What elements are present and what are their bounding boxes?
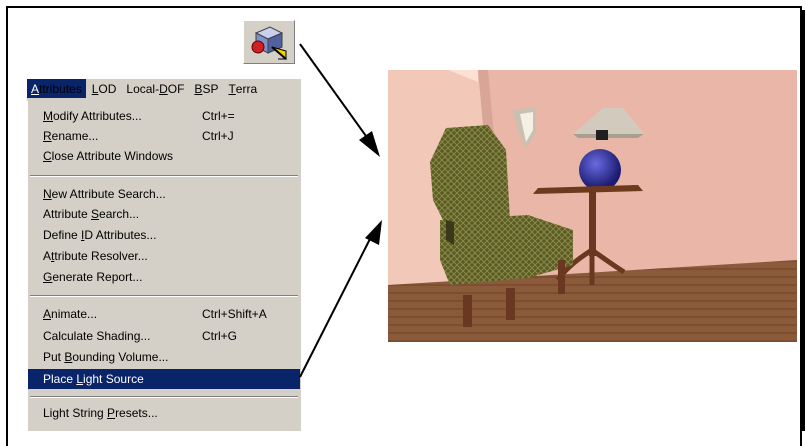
arrow-line-bottom — [299, 234, 373, 378]
arrow-head-bottom — [365, 220, 382, 245]
room-render — [388, 70, 797, 342]
arrow-line-top — [299, 43, 372, 144]
rendered-scene-image — [388, 70, 797, 342]
arrow-head-top — [359, 131, 380, 157]
